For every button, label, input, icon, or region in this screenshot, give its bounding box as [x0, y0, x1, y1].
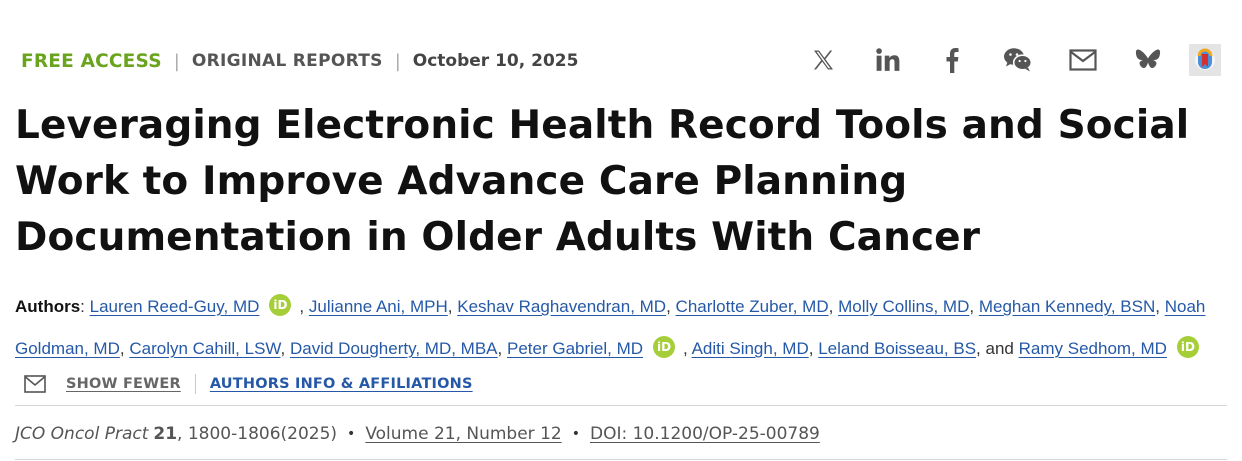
article-title: Leveraging Electronic Health Record Tool… [15, 103, 1190, 260]
author-separator: , [280, 339, 286, 358]
publication-date: October 10, 2025 [412, 51, 579, 71]
authors-affiliations-link[interactable]: AUTHORS INFO & AFFILIATIONS [210, 376, 473, 392]
author-link[interactable]: Molly Collins, MD [838, 297, 969, 316]
author-separator: , [1155, 297, 1160, 316]
author-link[interactable]: David Dougherty, MD, MBA [290, 339, 498, 358]
issue-link[interactable]: Volume 21, Number 12 [365, 424, 561, 444]
citation-line: JCO Oncol Pract 21, 1800-1806(2025) • Vo… [15, 420, 820, 448]
orcid-icon[interactable]: iD [269, 294, 292, 316]
author-actions: SHOW FEWER AUTHORS INFO & AFFILIATIONS [24, 370, 473, 398]
bookmark-icon[interactable] [1189, 44, 1221, 76]
author-link[interactable]: Aditi Singh, MD [692, 339, 809, 358]
journal-volume: 21 [153, 424, 178, 444]
bullet-separator: • [571, 426, 580, 442]
access-badge: FREE ACCESS [21, 50, 162, 72]
authors-label: Authors [15, 297, 81, 316]
show-fewer-link[interactable]: SHOW FEWER [66, 376, 181, 392]
linkedin-icon[interactable] [871, 43, 905, 77]
author-link[interactable]: Peter Gabriel, MD [507, 339, 643, 358]
author-link[interactable]: Charlotte Zuber, MD [676, 297, 829, 316]
author-separator: , [299, 297, 305, 316]
author-link[interactable]: Carolyn Cahill, LSW [129, 339, 280, 358]
journal-name: JCO Oncol Pract [15, 424, 149, 444]
author-separator: , [683, 339, 688, 358]
meta-separator: | [173, 50, 180, 72]
author-conjunction: and [985, 339, 1014, 358]
divider [15, 405, 1227, 406]
author-separator: , [808, 339, 814, 358]
author-separator: , [497, 339, 503, 358]
author-separator: , [119, 339, 125, 358]
author-link[interactable]: Lauren Reed-Guy, MD [90, 297, 260, 316]
bluesky-icon[interactable] [1131, 43, 1165, 77]
meta-separator: | [394, 50, 401, 72]
author-separator: , [447, 297, 453, 316]
email-authors-icon[interactable] [24, 375, 46, 393]
author-separator: , [828, 297, 834, 316]
orcid-icon[interactable]: iD [653, 336, 676, 358]
journal-pages: , 1800-1806(2025) [177, 424, 338, 444]
bullet-separator: • [347, 426, 356, 442]
author-link[interactable]: Julianne Ani, MPH [309, 297, 448, 316]
author-separator: , [976, 339, 981, 358]
author-link[interactable]: Leland Boisseau, BS [818, 339, 976, 358]
divider [15, 459, 1227, 460]
author-link[interactable]: Meghan Kennedy, BSN [979, 297, 1155, 316]
facebook-icon[interactable] [936, 43, 970, 77]
doi-link[interactable]: DOI: 10.1200/OP-25-00789 [590, 424, 820, 444]
author-link[interactable]: Ramy Sedhom, MD [1019, 339, 1167, 358]
orcid-icon[interactable]: iD [1176, 336, 1199, 358]
author-separator: , [969, 297, 975, 316]
share-toolbar [806, 42, 1221, 78]
author-link[interactable]: Keshav Raghavendran, MD [457, 297, 666, 316]
article-meta: FREE ACCESS | ORIGINAL REPORTS | October… [21, 47, 578, 75]
author-list: Authors: Lauren Reed-Guy, MD iD, Julianne… [15, 286, 1230, 370]
wechat-icon[interactable] [1001, 43, 1035, 77]
author-separator: , [666, 297, 671, 316]
article-type: ORIGINAL REPORTS [191, 51, 383, 71]
email-icon[interactable] [1066, 43, 1100, 77]
authors-label-colon: : [80, 297, 90, 316]
x-icon[interactable] [806, 43, 840, 77]
author-links: Lauren Reed-Guy, MD iD, Julianne Ani, MPH… [15, 294, 1207, 358]
divider [194, 374, 196, 394]
